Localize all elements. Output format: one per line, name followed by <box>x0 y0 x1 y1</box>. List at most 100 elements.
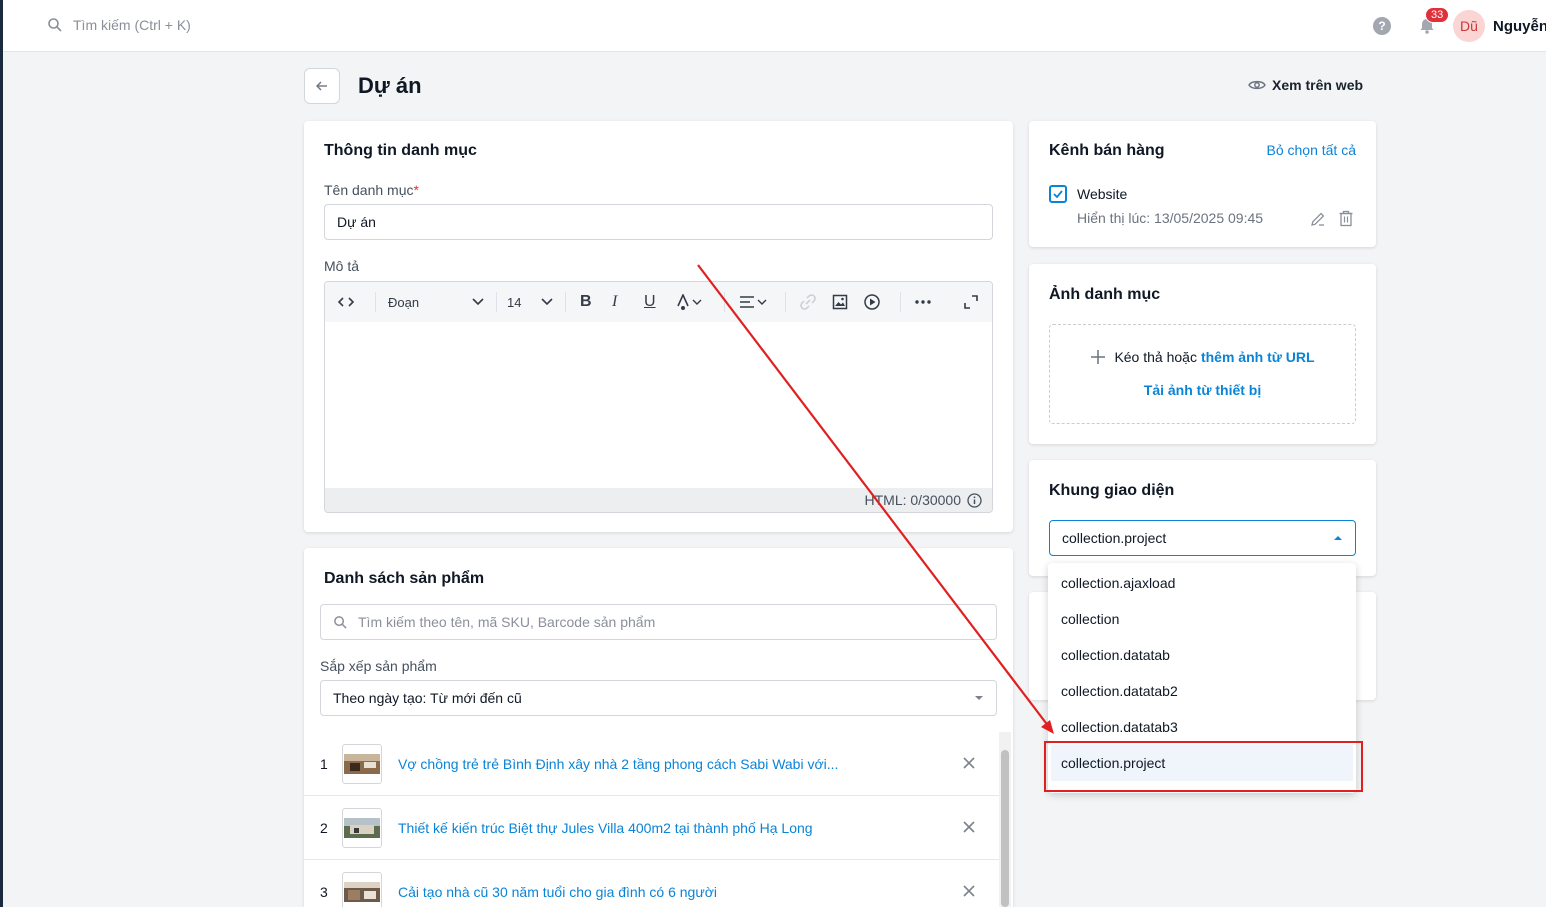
help-icon[interactable]: ? <box>1373 17 1391 35</box>
product-list-scrollbar[interactable] <box>999 732 1011 907</box>
check-icon <box>1053 190 1063 198</box>
underline-button[interactable]: U <box>644 293 676 311</box>
dropdown-option[interactable]: collection.ajaxload <box>1048 565 1356 601</box>
website-checkbox[interactable] <box>1049 185 1067 203</box>
table-row[interactable]: 3 Cải tạo nhà cũ 30 năm tuổi cho gia đìn… <box>304 860 999 907</box>
dropzone-row: Kéo thả hoặc thêm ảnh từ URL <box>1050 349 1355 365</box>
remove-product-button[interactable] <box>939 881 999 902</box>
align-button[interactable] <box>739 296 775 308</box>
arrow-left-icon <box>316 81 327 91</box>
template-select-value: collection.project <box>1062 530 1167 546</box>
global-search[interactable]: Tìm kiếm (Ctrl + K) <box>47 17 191 33</box>
product-thumbnail <box>342 807 382 848</box>
toolbar-divider <box>565 292 566 312</box>
table-row[interactable]: 2 Thiết kế kiến trúc Biệt thự Jules Vill… <box>304 796 999 860</box>
caret-down-icon <box>975 696 983 700</box>
category-info-card: Thông tin danh mục Tên danh mục* Dự án M… <box>304 121 1013 532</box>
upload-from-device-link[interactable]: Tải ảnh từ thiết bị <box>1144 382 1261 398</box>
product-thumbnail <box>342 871 382 907</box>
category-image-card: Ảnh danh mục Kéo thả hoặc thêm ảnh từ UR… <box>1029 264 1376 444</box>
product-search-input[interactable]: Tìm kiếm theo tên, mã SKU, Barcode sản p… <box>320 604 997 640</box>
view-on-web-link[interactable]: Xem trên web <box>1248 77 1363 93</box>
highlight-box <box>1044 741 1363 792</box>
edit-icon[interactable] <box>1310 211 1326 227</box>
top-bar: Tìm kiếm (Ctrl + K) ? 33 Dũ Nguyễn <box>3 0 1546 52</box>
sort-select[interactable]: Theo ngày tạo: Từ mới đến cũ <box>320 680 997 716</box>
italic-button[interactable]: I <box>612 293 644 311</box>
toolbar-divider <box>900 292 901 312</box>
upload-row: Tải ảnh từ thiết bị <box>1050 382 1355 398</box>
text-color-icon <box>677 294 689 310</box>
chevron-down-icon <box>472 298 484 306</box>
product-search-placeholder: Tìm kiếm theo tên, mã SKU, Barcode sản p… <box>358 614 656 630</box>
avatar[interactable]: Dũ <box>1453 10 1485 42</box>
close-icon <box>963 821 975 833</box>
bold-button[interactable]: B <box>580 293 612 311</box>
sales-channel-card: Kênh bán hàng Bỏ chọn tất cả Website Hiể… <box>1029 121 1376 247</box>
editor-content-area[interactable] <box>325 322 992 490</box>
category-info-title: Thông tin danh mục <box>324 142 477 159</box>
template-select[interactable]: collection.project <box>1049 520 1356 556</box>
image-dropzone[interactable]: Kéo thả hoặc thêm ảnh từ URL Tải ảnh từ … <box>1049 324 1356 424</box>
search-icon <box>48 18 62 32</box>
chevron-down-icon <box>757 299 767 305</box>
add-from-url-link[interactable]: thêm ảnh từ URL <box>1201 349 1315 365</box>
expand-icon <box>964 295 978 309</box>
more-options-button[interactable] <box>915 300 947 304</box>
dropdown-option[interactable]: collection <box>1048 601 1356 637</box>
fullscreen-button[interactable] <box>964 295 978 309</box>
play-icon <box>864 294 880 310</box>
description-label: Mô tả <box>324 258 360 274</box>
product-list-title: Danh sách sản phẩm <box>324 570 485 587</box>
channel-name: Website <box>1077 186 1128 202</box>
remove-product-button[interactable] <box>939 753 999 774</box>
trash-icon[interactable] <box>1338 210 1354 227</box>
font-size-select[interactable]: 14 <box>507 295 553 310</box>
video-button[interactable] <box>864 294 896 310</box>
remove-product-button[interactable] <box>939 817 999 838</box>
category-name-input[interactable]: Dự án <box>324 204 993 240</box>
user-name[interactable]: Nguyễn <box>1493 18 1546 35</box>
toolbar-divider <box>785 292 786 312</box>
paragraph-select-value: Đoạn <box>388 294 420 310</box>
image-icon <box>832 294 848 310</box>
view-on-web-label: Xem trên web <box>1272 77 1364 93</box>
dropdown-option[interactable]: collection.datatab2 <box>1048 673 1356 709</box>
toolbar-divider <box>375 292 376 312</box>
scrollbar-thumb[interactable] <box>1001 750 1009 907</box>
image-button[interactable] <box>832 294 864 310</box>
template-card: Khung giao diện collection.project <box>1029 460 1376 576</box>
template-title: Khung giao diện <box>1049 482 1175 499</box>
code-icon <box>337 297 355 307</box>
paragraph-select[interactable]: Đoạn <box>388 295 484 310</box>
notification-button[interactable]: 33 <box>1417 7 1450 36</box>
channel-display-time: Hiển thị lúc: 13/05/2025 09:45 <box>1077 210 1264 226</box>
editor-toolbar: Đoạn 14 B I U <box>325 282 992 322</box>
link-icon <box>800 294 816 310</box>
product-name-link[interactable]: Vợ chồng trẻ trẻ Bình Định xây nhà 2 tần… <box>398 756 939 772</box>
category-name-label: Tên danh mục* <box>324 182 419 198</box>
close-icon <box>963 757 975 769</box>
deselect-all-link[interactable]: Bỏ chọn tất cả <box>1266 142 1356 158</box>
chevron-down-icon <box>541 298 553 306</box>
back-button[interactable] <box>304 68 340 104</box>
editor-footer: HTML: 0/30000 <box>325 488 992 512</box>
dropdown-option[interactable]: collection.datatab3 <box>1048 709 1356 745</box>
sort-label: Sắp xếp sản phẩm <box>320 658 437 674</box>
link-button[interactable] <box>800 294 832 310</box>
toolbar-divider <box>724 292 725 312</box>
chevron-down-icon <box>692 299 702 305</box>
notification-badge: 33 <box>1425 7 1450 23</box>
text-color-button[interactable] <box>676 294 712 310</box>
search-icon <box>334 615 347 629</box>
info-icon[interactable] <box>967 492 982 508</box>
product-name-link[interactable]: Cải tạo nhà cũ 30 năm tuổi cho gia đình … <box>398 884 939 900</box>
eye-icon <box>1248 80 1266 90</box>
drag-drop-text: Kéo thả hoặc <box>1114 349 1197 365</box>
table-row[interactable]: 1 Vợ chồng trẻ trẻ Bình Định xây nhà 2 t… <box>304 732 999 796</box>
required-mark: * <box>413 182 419 198</box>
product-image <box>344 753 380 774</box>
product-name-link[interactable]: Thiết kế kiến trúc Biệt thự Jules Villa … <box>398 820 939 836</box>
code-view-button[interactable] <box>337 296 361 308</box>
dropdown-option[interactable]: collection.datatab <box>1048 637 1356 673</box>
